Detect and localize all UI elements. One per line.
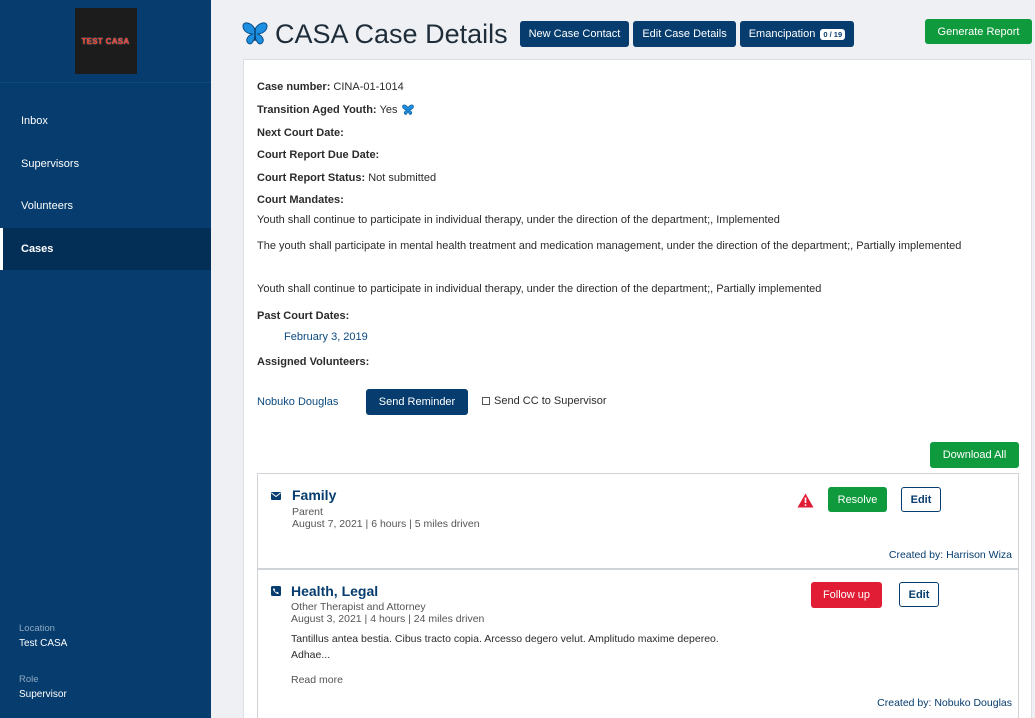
created-by: Created by: Harrison Wiza xyxy=(888,549,1012,561)
contact-title: Family xyxy=(292,487,337,503)
mandate-item: Youth shall continue to participate in i… xyxy=(257,214,780,226)
created-by: Created by: Nobuko Douglas xyxy=(877,697,1012,709)
court-report-status-label: Court Report Status: xyxy=(257,172,366,184)
case-contact-card: Family Parent August 7, 2021 | 6 hours |… xyxy=(257,473,1019,569)
location-value: Test CASA xyxy=(19,638,68,649)
role-value: Supervisor xyxy=(19,689,67,700)
send-cc-label: Send CC to Supervisor xyxy=(494,395,607,407)
assigned-volunteers-label: Assigned Volunteers: xyxy=(257,356,370,368)
butterfly-icon xyxy=(242,22,268,45)
phone-icon xyxy=(271,586,281,596)
court-report-status-row: Court Report Status: Not submitted xyxy=(257,172,436,184)
envelope-icon xyxy=(271,492,281,500)
page-header: CASA Case Details New Case Contact Edit … xyxy=(241,18,858,50)
case-contact-card: Health, Legal Other Therapist and Attorn… xyxy=(257,569,1019,718)
tay-row: Transition Aged Youth: Yes xyxy=(257,104,415,116)
edit-button[interactable]: Edit xyxy=(901,487,941,512)
sidebar-item-volunteers[interactable]: Volunteers xyxy=(0,185,211,228)
contact-subtitle: Other Therapist and Attorney xyxy=(291,601,426,613)
contact-title: Health, Legal xyxy=(291,583,379,599)
generate-report-button[interactable]: Generate Report xyxy=(925,19,1032,44)
casa-logo[interactable]: TEST CASA xyxy=(74,8,137,74)
logo-area: TEST CASA xyxy=(0,0,211,83)
new-case-contact-button[interactable]: New Case Contact xyxy=(519,21,630,47)
role-info: Role Supervisor xyxy=(19,674,67,700)
emancipation-badge: 0 / 19 xyxy=(820,28,846,40)
court-report-due-label: Court Report Due Date: xyxy=(257,149,380,161)
contact-details: August 7, 2021 | 6 hours | 5 miles drive… xyxy=(292,518,480,530)
emancipation-button[interactable]: Emancipation 0 / 19 xyxy=(739,21,855,47)
past-court-date-link[interactable]: February 3, 2019 xyxy=(284,331,368,343)
sidebar-item-supervisors[interactable]: Supervisors xyxy=(0,143,211,186)
contact-notes: Tantillus antea bestia. Cibus tracto cop… xyxy=(291,633,719,661)
contact-subtitle: Parent xyxy=(292,506,323,518)
case-number-value: CINA-01-1014 xyxy=(333,81,404,93)
court-mandates-label: Court Mandates: xyxy=(257,194,344,206)
past-court-dates-label: Past Court Dates: xyxy=(257,310,350,322)
case-number-label: Case number: xyxy=(257,81,331,93)
role-label: Role xyxy=(19,674,39,685)
sidebar-item-inbox[interactable]: Inbox xyxy=(0,100,211,143)
edit-case-details-button[interactable]: Edit Case Details xyxy=(633,21,736,47)
page-title: CASA Case Details xyxy=(275,18,508,49)
next-court-date-label: Next Court Date: xyxy=(257,127,344,139)
butterfly-icon xyxy=(401,104,414,115)
location-label: Location xyxy=(19,623,55,634)
tay-label: Transition Aged Youth: xyxy=(257,104,377,116)
send-cc-checkbox[interactable] xyxy=(482,397,490,405)
volunteer-link[interactable]: Nobuko Douglas xyxy=(257,396,338,408)
read-more-link[interactable]: Read more xyxy=(291,674,343,686)
download-all-button[interactable]: Download All xyxy=(930,442,1019,468)
warning-icon xyxy=(797,493,814,508)
resolve-button[interactable]: Resolve xyxy=(828,487,887,512)
edit-button[interactable]: Edit xyxy=(899,582,939,607)
case-number-row: Case number: CINA-01-1014 xyxy=(257,81,404,93)
sidebar: TEST CASA Inbox Supervisors Volunteers C… xyxy=(0,0,211,718)
tay-value: Yes xyxy=(379,104,398,116)
sidebar-nav: Inbox Supervisors Volunteers Cases xyxy=(0,100,211,270)
case-details-card: Case number: CINA-01-1014 Transition Age… xyxy=(243,59,1032,718)
sidebar-item-cases[interactable]: Cases xyxy=(0,227,211,270)
mandate-item: Youth shall continue to participate in i… xyxy=(257,283,822,295)
court-report-status-value: Not submitted xyxy=(368,172,437,184)
mandate-item: The youth shall participate in mental he… xyxy=(257,240,962,252)
emancipation-label: Emancipation xyxy=(748,28,816,40)
send-cc-option[interactable]: Send CC to Supervisor xyxy=(482,395,607,407)
contact-details: August 3, 2021 | 4 hours | 24 miles driv… xyxy=(291,613,485,625)
location-info: Location Test CASA xyxy=(19,623,67,649)
logo-text: TEST CASA xyxy=(81,36,130,46)
send-reminder-button[interactable]: Send Reminder xyxy=(366,389,468,415)
follow-up-button[interactable]: Follow up xyxy=(811,582,882,608)
